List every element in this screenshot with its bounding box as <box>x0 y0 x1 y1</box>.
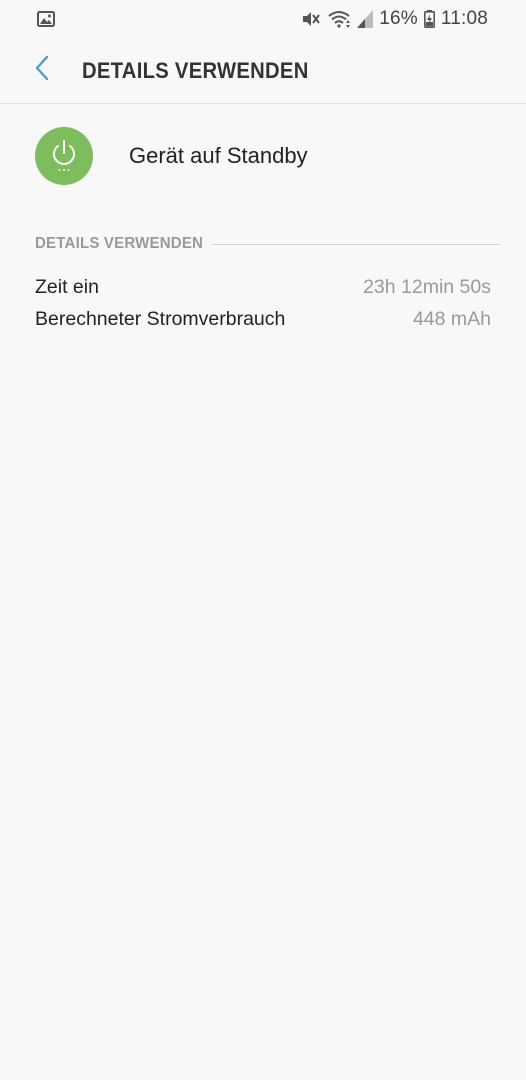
detail-row-time-on: Zeit ein 23h 12min 50s <box>35 271 491 303</box>
mute-icon <box>301 9 321 29</box>
page-title: DETAILS VERWENDEN <box>82 57 309 83</box>
detail-value: 23h 12min 50s <box>363 275 491 298</box>
app-name: Gerät auf Standby <box>129 143 308 168</box>
power-icon <box>35 127 93 185</box>
section-header: DETAILS VERWENDEN <box>35 232 500 256</box>
detail-row-power-usage: Berechneter Stromverbrauch 448 mAh <box>35 303 491 335</box>
status-right: 16% 11:08 <box>295 8 488 30</box>
clock: 11:08 <box>440 8 488 29</box>
detail-label: Zeit ein <box>35 275 99 298</box>
detail-value: 448 mAh <box>412 307 491 330</box>
detail-label: Berechneter Stromverbrauch <box>35 307 286 330</box>
status-bar: 16% 11:08 <box>0 0 526 38</box>
section-divider <box>211 243 500 245</box>
back-button[interactable] <box>27 51 57 91</box>
image-icon <box>37 11 55 27</box>
battery-percent: 16% <box>379 8 418 29</box>
signal-icon <box>357 10 374 28</box>
battery-charging-icon <box>423 10 435 28</box>
wifi-icon <box>327 9 351 29</box>
app-row: Gerät auf Standby <box>0 104 526 208</box>
status-left <box>37 11 55 27</box>
chevron-left-icon <box>34 55 50 86</box>
app-bar: DETAILS VERWENDEN <box>0 38 526 104</box>
section-title: DETAILS VERWENDEN <box>35 235 204 252</box>
